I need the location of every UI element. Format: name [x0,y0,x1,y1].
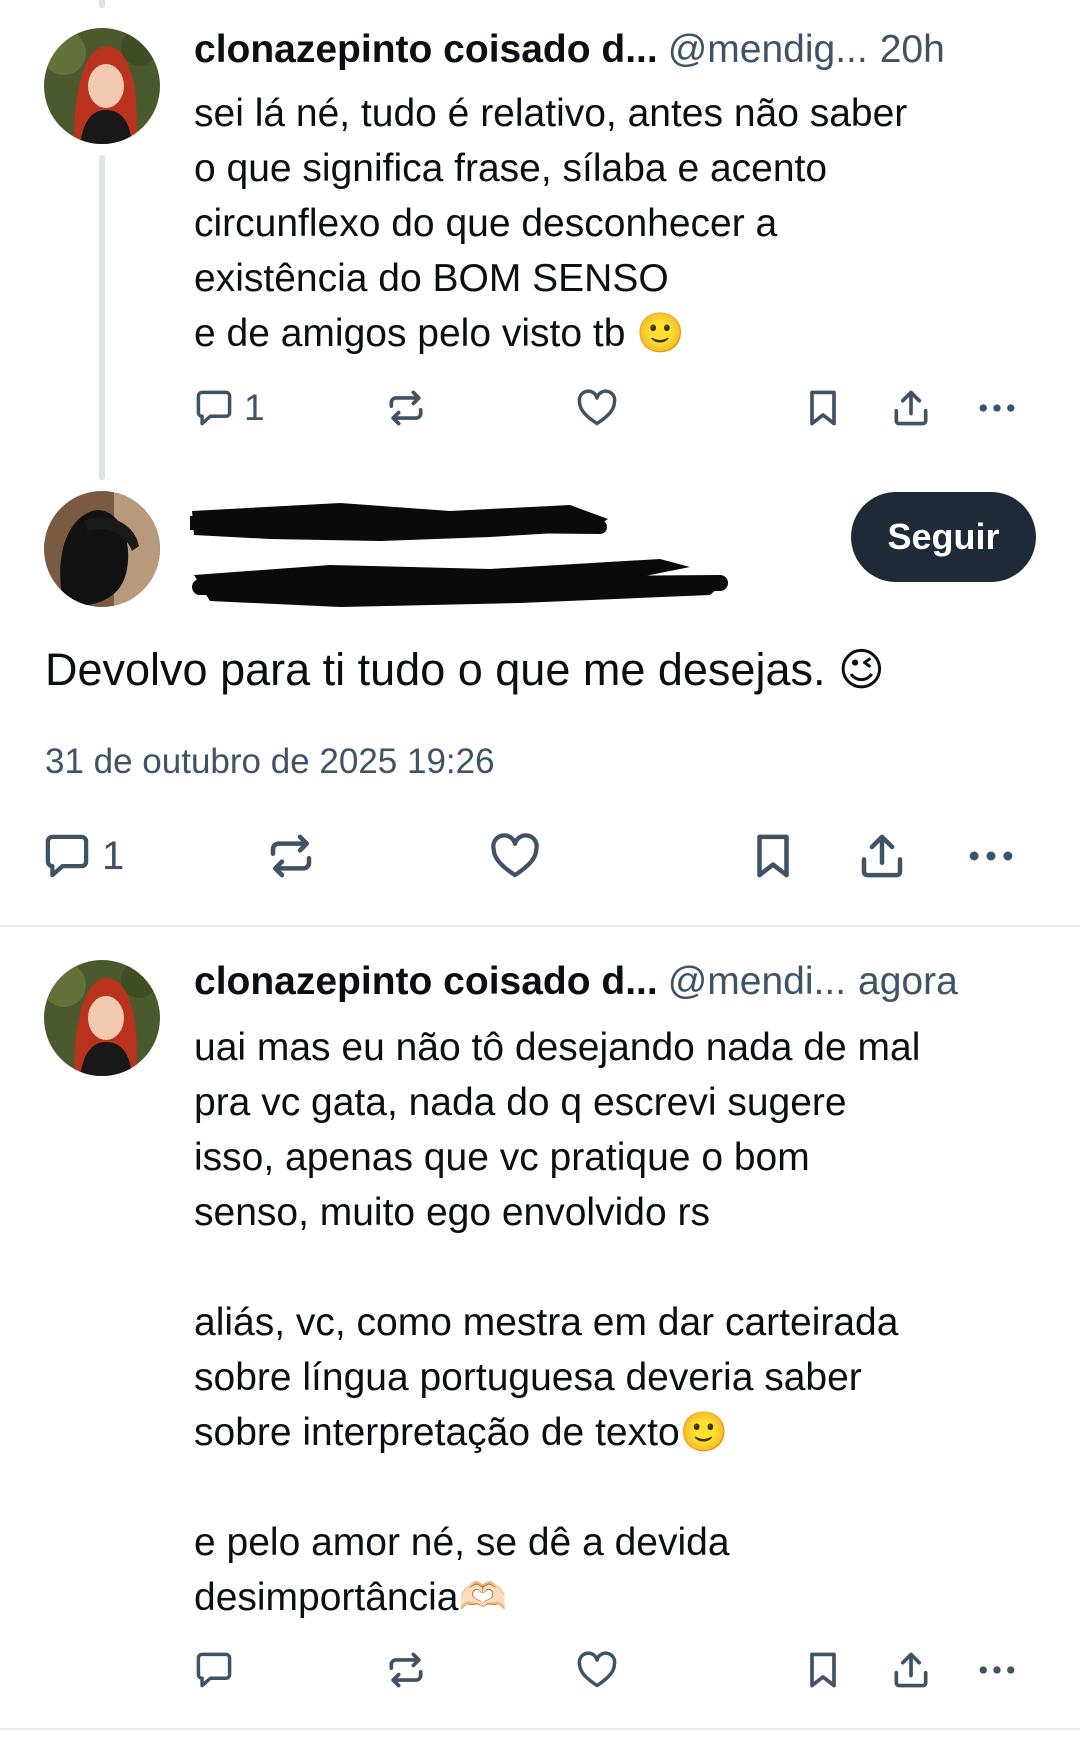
avatar[interactable] [44,28,160,144]
repost-icon [264,829,318,883]
bookmark-button[interactable] [746,826,800,886]
avatar[interactable] [44,491,160,607]
thread-connector-line [99,0,105,8]
like-button[interactable] [575,378,619,438]
bookmark-icon [801,1648,845,1692]
reply-icon [40,829,94,883]
reply-count: 1 [244,387,265,428]
post-divider [0,1728,1080,1730]
heart-icon [575,386,619,430]
post-time: 20h [879,28,945,71]
like-button[interactable] [488,826,542,886]
more-icon [964,829,1018,883]
repost-icon [384,1648,428,1692]
reply-button[interactable] [192,1640,244,1700]
author-handle-redaction [192,559,728,607]
repost-button[interactable] [384,378,428,438]
bookmark-button[interactable] [801,378,845,438]
like-button[interactable] [575,1640,619,1700]
share-icon [889,1648,933,1692]
post-divider [0,925,1080,927]
reply-header: clonazepinto coisado d... @mendi... agor… [194,960,1035,1010]
more-options-button[interactable] [964,826,1018,886]
action-row [0,1640,1080,1700]
bookmark-button[interactable] [801,1640,845,1700]
share-button[interactable] [889,378,933,438]
heart-icon [575,1648,619,1692]
follow-button[interactable]: Seguir [851,492,1036,582]
heart-icon [488,829,542,883]
reply-count: 1 [102,833,125,878]
share-icon [889,386,933,430]
share-button[interactable] [889,1640,933,1700]
author-name[interactable]: clonazepinto coisado d... [194,960,658,1004]
post-text: Devolvo para ti tudo o que me desejas. 😉 [45,644,885,695]
more-options-button[interactable] [975,1640,1019,1700]
reply-button[interactable]: 1 [40,826,124,886]
author-handle[interactable]: @mendi... [668,960,846,1004]
bookmark-icon [801,386,845,430]
more-icon [975,1648,1019,1692]
reply-icon [192,1648,236,1692]
action-row: 1 [0,826,1080,886]
post-text: uai mas eu não tô desejando nada de mal … [194,1026,921,1619]
thread-screen: clonazepinto coisado d... @mendig... 20h… [0,0,1080,1754]
repost-icon [384,386,428,430]
avatar-image-redhead [44,960,160,1076]
author-handle[interactable]: @mendig... [668,28,868,72]
repost-button[interactable] [384,1640,428,1700]
avatar[interactable] [44,960,160,1076]
post-text: sei lá né, tudo é relativo, antes não sa… [194,92,908,355]
reply-icon [192,386,236,430]
repost-button[interactable] [264,826,318,886]
bookmark-icon [746,829,800,883]
avatar-image-redacted [44,491,160,607]
post-time: agora [858,960,958,1003]
reply-header: clonazepinto coisado d... @mendig... 20h [194,28,1035,78]
avatar-image-redhead [44,28,160,144]
author-name-redaction [190,503,608,541]
share-icon [855,829,909,883]
more-options-button[interactable] [975,378,1019,438]
post-timestamp[interactable]: 31 de outubro de 2025 19:26 [45,742,495,782]
more-icon [975,386,1019,430]
share-button[interactable] [855,826,909,886]
action-row: 1 [0,378,1080,438]
author-name[interactable]: clonazepinto coisado d... [194,28,658,72]
reply-button[interactable]: 1 [192,378,265,438]
